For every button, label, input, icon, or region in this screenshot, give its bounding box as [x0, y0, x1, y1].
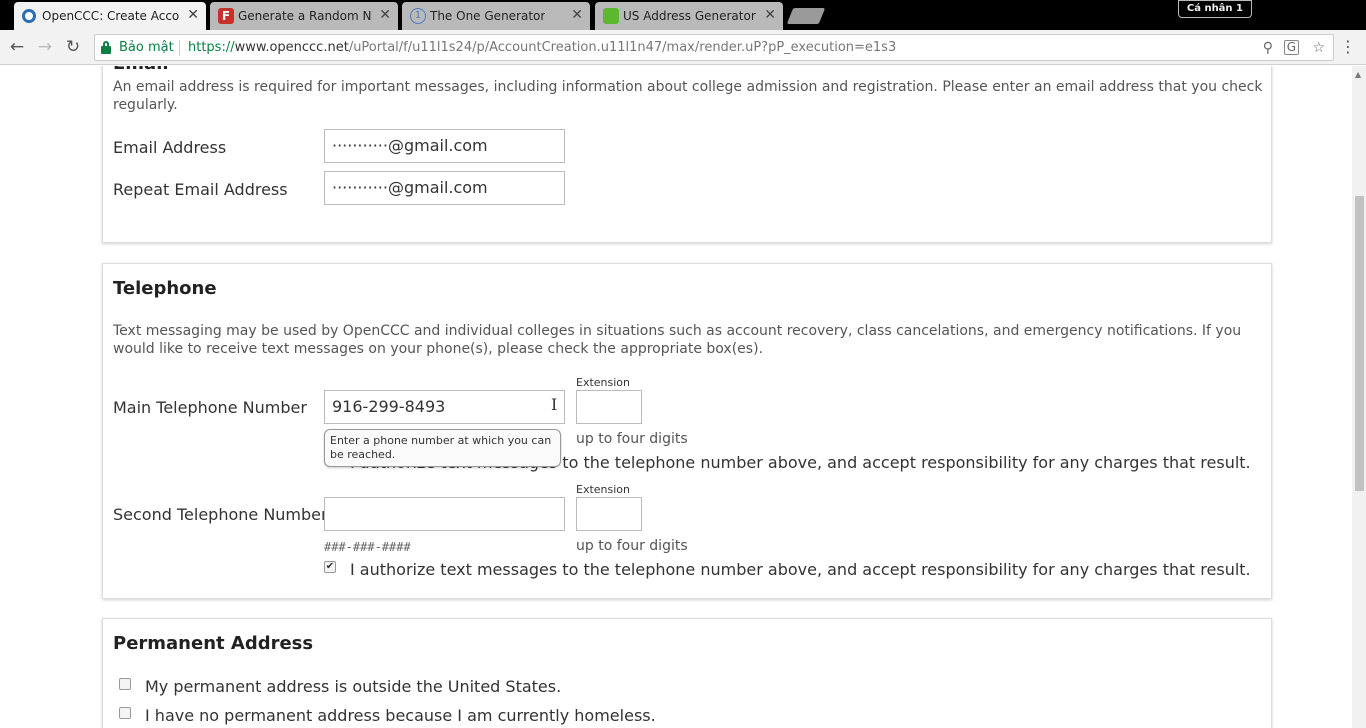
- tab-title: The One Generator: [430, 9, 546, 23]
- text-cursor-icon: I: [551, 395, 558, 414]
- url-text: https://www.openccc.net/uPortal/f/u11l1s…: [188, 40, 897, 55]
- back-icon[interactable]: ←: [6, 36, 28, 58]
- second-authorize-checkbox[interactable]: ✔: [324, 561, 336, 573]
- telephone-section: Telephone Text messaging may be used by …: [102, 263, 1272, 599]
- outside-us-label: My permanent address is outside the Unit…: [145, 677, 562, 696]
- extension-hint: up to four digits: [576, 431, 688, 447]
- browser-toolbar: ← → ↻ Bảo mật https://www.openccc.net/uP…: [0, 30, 1366, 65]
- section-title-telephone: Telephone: [113, 278, 217, 299]
- main-phone-label: Main Telephone Number: [113, 398, 307, 417]
- secure-label: Bảo mật: [119, 40, 174, 55]
- phone-format-hint: ###-###-####: [324, 540, 411, 554]
- info-circle-icon: 1: [410, 8, 426, 24]
- close-icon[interactable]: ✕: [187, 7, 199, 23]
- close-icon[interactable]: ✕: [379, 7, 391, 23]
- permanent-address-section: Permanent Address My permanent address i…: [102, 618, 1272, 728]
- tab-strip: OpenCCC: Create Accour ✕ F Generate a Ra…: [0, 0, 1366, 30]
- reload-icon[interactable]: ↻: [62, 36, 84, 58]
- tab-title: Generate a Random Nam: [238, 9, 372, 23]
- second-phone-label: Second Telephone Number: [113, 505, 328, 524]
- repeat-email-input[interactable]: ···········@gmail.com: [324, 171, 565, 205]
- extension-label: Extension: [576, 483, 631, 496]
- map-pin-icon: [603, 8, 619, 24]
- scroll-up-icon[interactable]: ▲: [1355, 70, 1361, 79]
- extension-hint: up to four digits: [576, 538, 688, 554]
- star-icon[interactable]: ☆: [1312, 36, 1325, 61]
- second-authorize-label: I authorize text messages to the telepho…: [350, 560, 1251, 579]
- second-extension-input[interactable]: [576, 497, 642, 531]
- email-description: An email address is required for importa…: [113, 79, 1263, 113]
- openccc-icon: [22, 9, 36, 23]
- tab-us-address[interactable]: US Address Generator - F ✕: [595, 2, 783, 30]
- close-icon[interactable]: ✕: [764, 7, 776, 23]
- tab-random-name[interactable]: F Generate a Random Nam ✕: [210, 2, 398, 30]
- f-logo-icon: F: [218, 8, 234, 24]
- tab-title: US Address Generator - F: [623, 9, 757, 23]
- section-title-email: Email: [113, 66, 169, 74]
- main-phone-input[interactable]: 916-299-8493: [324, 390, 565, 424]
- divider: [179, 40, 180, 56]
- vertical-scrollbar[interactable]: ▲: [1352, 66, 1366, 728]
- homeless-checkbox[interactable]: [119, 707, 131, 719]
- second-phone-input[interactable]: [324, 497, 565, 531]
- close-icon[interactable]: ✕: [571, 7, 583, 23]
- lock-icon: [101, 41, 111, 54]
- repeat-email-label: Repeat Email Address: [113, 180, 288, 199]
- extension-label: Extension: [576, 376, 631, 389]
- section-title-permanent-address: Permanent Address: [113, 633, 314, 654]
- menu-icon[interactable]: ⋮: [1340, 37, 1356, 57]
- outside-us-checkbox[interactable]: [119, 678, 131, 690]
- tab-title: OpenCCC: Create Accour: [42, 9, 180, 23]
- profile-button[interactable]: Cá nhân 1: [1177, 0, 1252, 18]
- email-address-input[interactable]: ···········@gmail.com: [324, 129, 565, 163]
- translate-icon[interactable]: G: [1283, 40, 1299, 55]
- email-address-label: Email Address: [113, 138, 227, 157]
- scrollbar-thumb[interactable]: [1355, 196, 1364, 491]
- forward-icon[interactable]: →: [34, 36, 56, 58]
- homeless-label: I have no permanent address because I am…: [145, 706, 656, 725]
- pin-icon[interactable]: ⚲: [1263, 36, 1273, 61]
- email-section: Email An email address is required for i…: [102, 66, 1272, 243]
- tab-openccc[interactable]: OpenCCC: Create Accour ✕: [14, 2, 206, 30]
- new-tab-button[interactable]: [786, 8, 826, 24]
- main-extension-input[interactable]: [576, 390, 642, 424]
- tab-one-generator[interactable]: 1 The One Generator ✕: [402, 2, 590, 30]
- phone-tooltip: Enter a phone number at which you can be…: [324, 429, 561, 467]
- page-viewport: Email An email address is required for i…: [0, 66, 1352, 728]
- telephone-description: Text messaging may be used by OpenCCC an…: [113, 323, 1242, 357]
- address-bar[interactable]: Bảo mật https://www.openccc.net/uPortal/…: [94, 34, 1334, 61]
